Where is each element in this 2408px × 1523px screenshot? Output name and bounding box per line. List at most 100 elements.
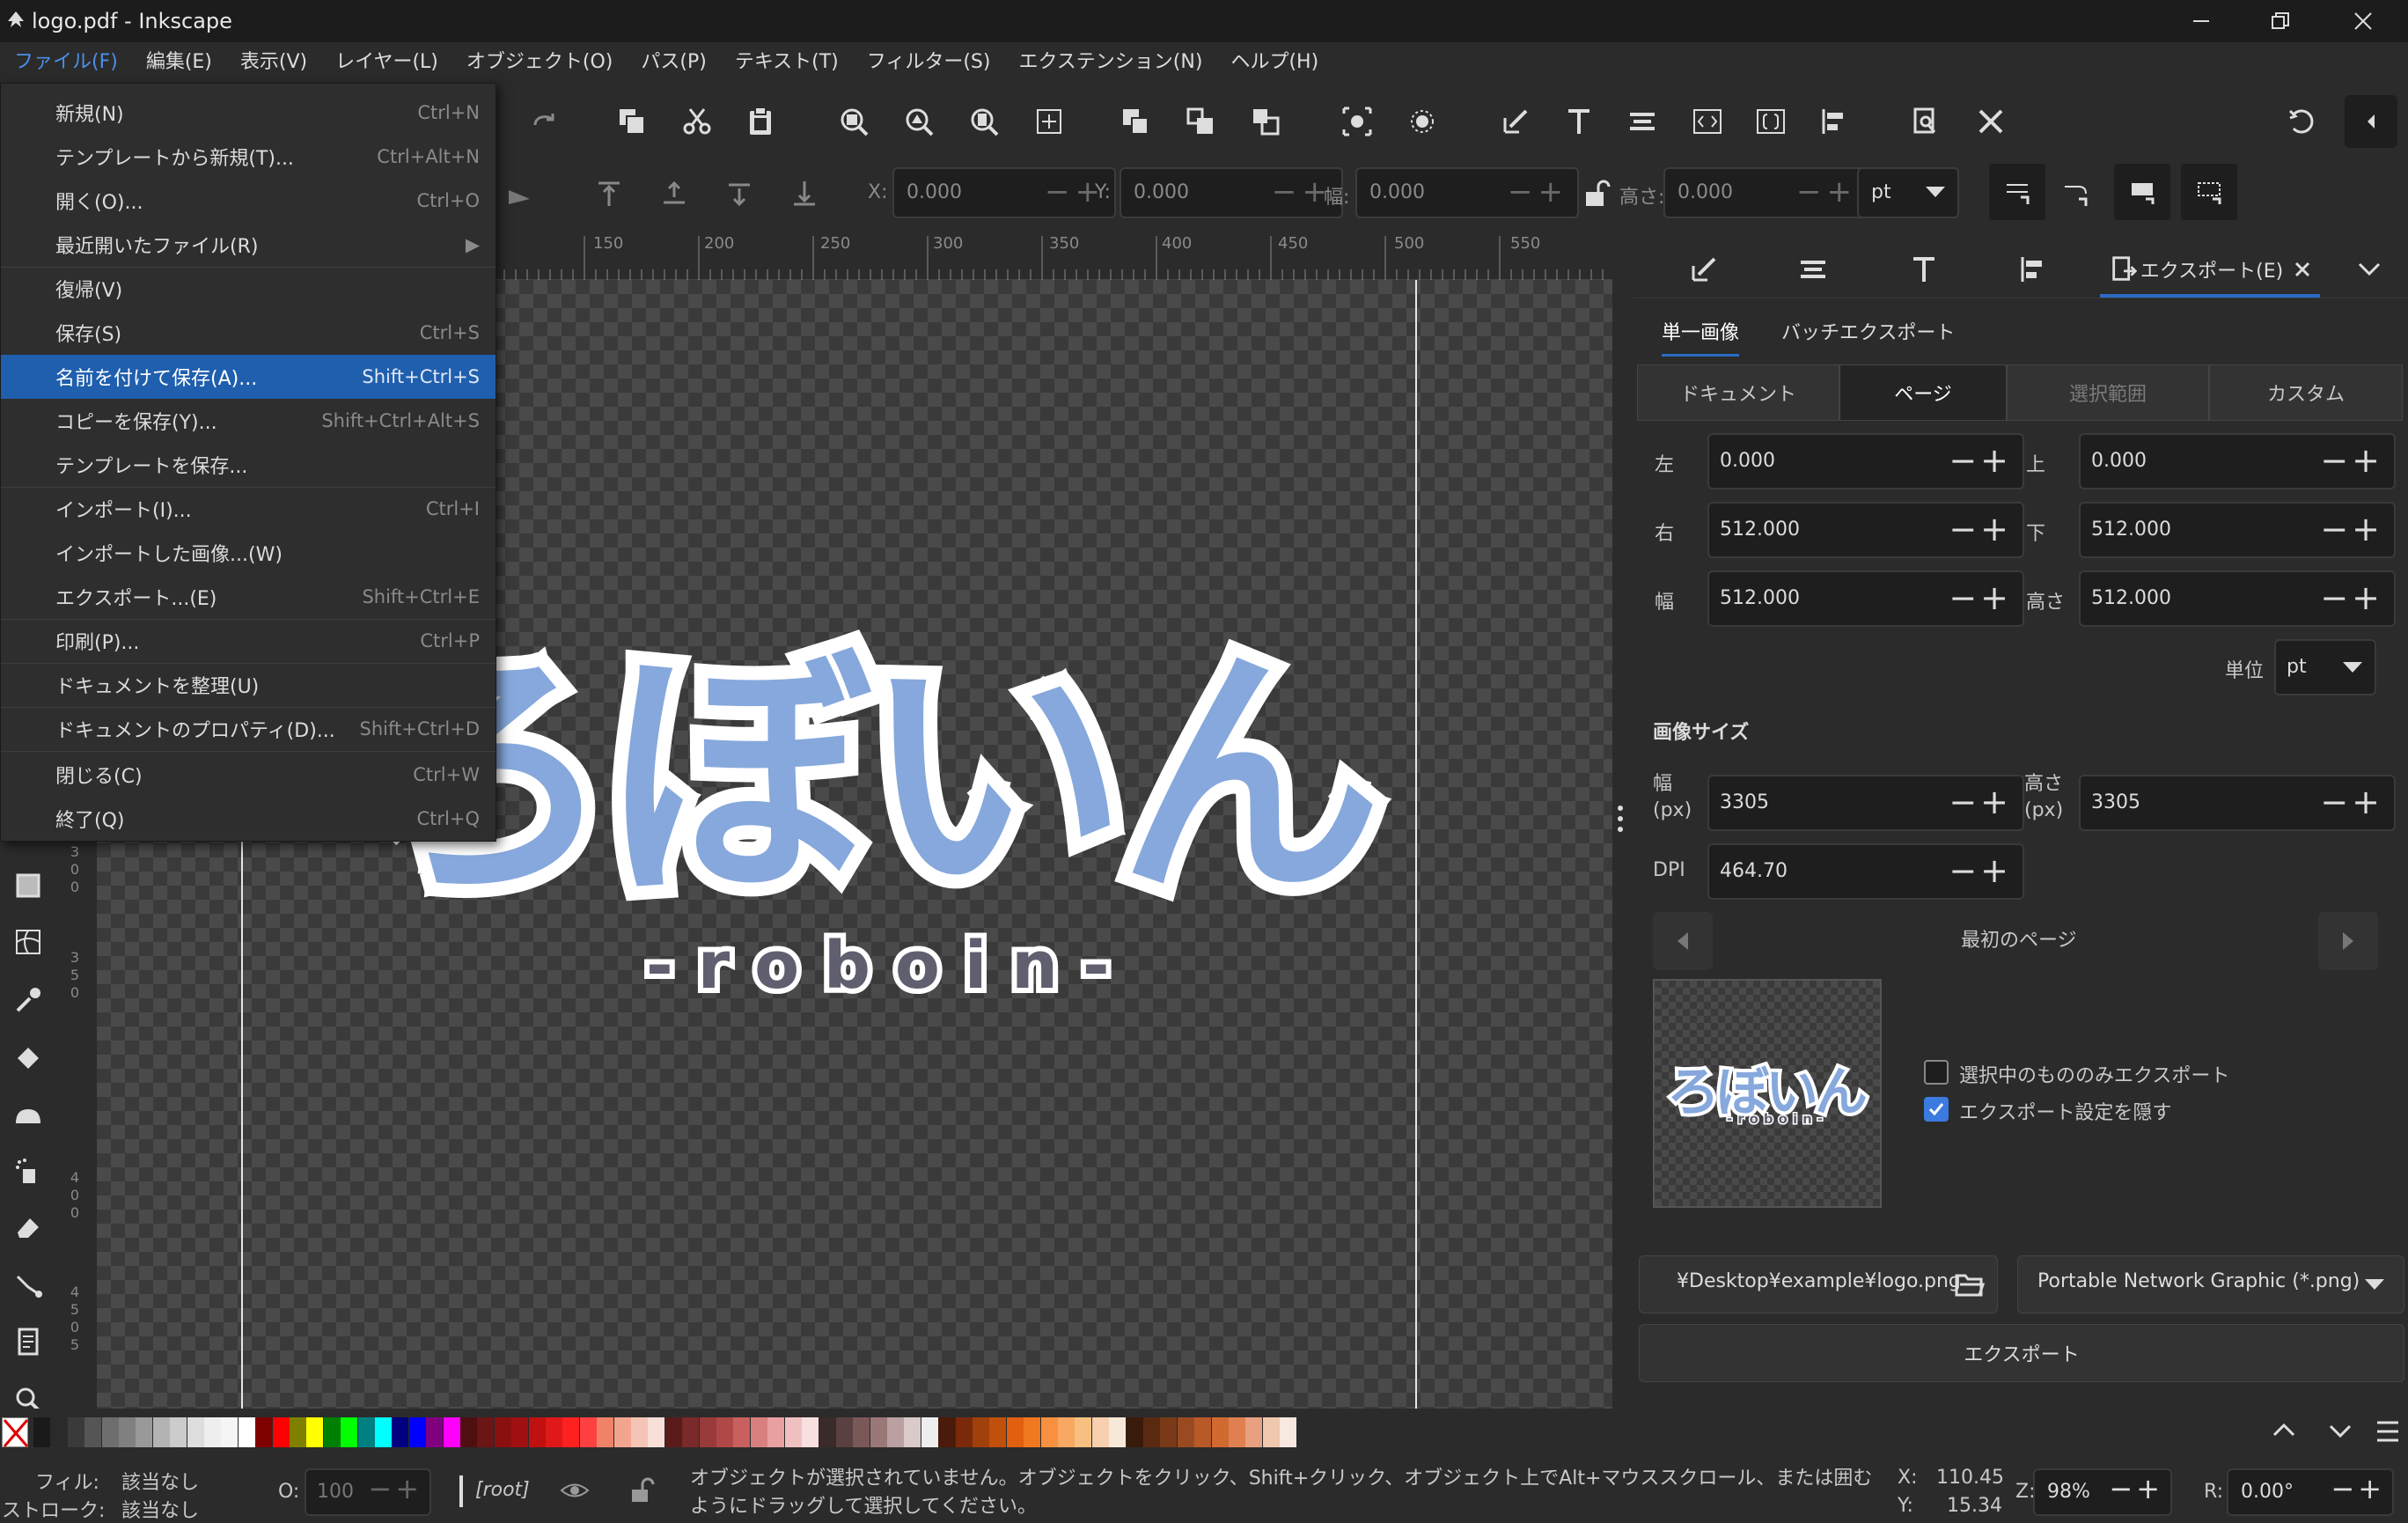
file-menu-item[interactable]: 新規(N) Ctrl+N bbox=[1, 91, 496, 135]
top-input[interactable]: 0.000 −+ bbox=[2079, 433, 2396, 489]
color-swatch[interactable] bbox=[1126, 1417, 1143, 1447]
color-swatch[interactable] bbox=[375, 1417, 392, 1447]
bottom-stepper[interactable]: −+ bbox=[2320, 504, 2383, 555]
connector-tool[interactable] bbox=[9, 1266, 48, 1305]
width-input[interactable]: 512.000 −+ bbox=[1707, 570, 2024, 627]
zoom-input[interactable]: 98% −+ bbox=[2033, 1468, 2172, 1516]
no-paint-swatch[interactable] bbox=[2, 1417, 29, 1447]
rotate-stepper[interactable]: −+ bbox=[2331, 1472, 2385, 1505]
color-swatch[interactable] bbox=[290, 1417, 306, 1447]
color-swatch[interactable] bbox=[989, 1417, 1007, 1447]
color-swatch[interactable] bbox=[477, 1417, 495, 1447]
file-menu-item[interactable]: 最近開いたファイル(R) ▶ bbox=[1, 223, 496, 267]
px-width-stepper[interactable]: −+ bbox=[1949, 776, 2012, 828]
paint-bucket-tool[interactable] bbox=[9, 1037, 48, 1076]
unit-select[interactable]: pt bbox=[2274, 639, 2376, 695]
color-swatch[interactable] bbox=[1143, 1417, 1160, 1447]
color-swatch[interactable] bbox=[955, 1417, 973, 1447]
cut-button[interactable] bbox=[678, 102, 716, 141]
scale-stroke-button[interactable] bbox=[1989, 164, 2045, 220]
height-stepper[interactable]: −+ bbox=[2320, 572, 2383, 623]
unit-select[interactable]: pt bbox=[1857, 167, 1959, 218]
color-swatch[interactable] bbox=[426, 1417, 444, 1447]
color-swatch[interactable] bbox=[272, 1417, 290, 1447]
document-properties-button[interactable] bbox=[1906, 102, 1945, 141]
color-swatch[interactable] bbox=[682, 1417, 700, 1447]
color-swatch[interactable] bbox=[1262, 1417, 1280, 1447]
left-input[interactable]: 0.000 −+ bbox=[1707, 433, 2024, 489]
color-swatch[interactable] bbox=[887, 1417, 904, 1447]
width-input[interactable]: 0.000 −+ bbox=[1355, 167, 1579, 218]
eraser-tool[interactable] bbox=[9, 1208, 48, 1247]
color-swatch[interactable] bbox=[84, 1417, 102, 1447]
color-swatch[interactable] bbox=[1177, 1417, 1194, 1447]
pages-tool[interactable] bbox=[9, 1322, 48, 1361]
layers-button[interactable] bbox=[1623, 102, 1662, 141]
color-swatch[interactable] bbox=[494, 1417, 511, 1447]
color-swatch[interactable] bbox=[1058, 1417, 1075, 1447]
menu-filters[interactable]: フィルター(S) bbox=[853, 42, 1005, 83]
color-swatch[interactable] bbox=[50, 1417, 68, 1447]
area-document-button[interactable]: ドキュメント bbox=[1637, 364, 1839, 421]
color-swatch[interactable] bbox=[460, 1417, 477, 1447]
right-stepper[interactable]: −+ bbox=[1949, 504, 2012, 555]
filename-field[interactable]: ¥Desktop¥example¥logo.png bbox=[1639, 1255, 1998, 1313]
file-menu-item[interactable]: 終了(Q) Ctrl+Q bbox=[1, 797, 496, 841]
ungroup-button[interactable] bbox=[1181, 102, 1220, 141]
raise-to-top-button[interactable] bbox=[590, 174, 628, 213]
opacity-input[interactable]: 100 −+ bbox=[305, 1468, 431, 1516]
color-swatch[interactable] bbox=[1194, 1417, 1212, 1447]
color-swatch[interactable] bbox=[306, 1417, 324, 1447]
color-swatch[interactable] bbox=[1245, 1417, 1263, 1447]
subtab-single-image[interactable]: 単一画像 bbox=[1662, 317, 1740, 357]
right-input[interactable]: 512.000 −+ bbox=[1707, 502, 2024, 558]
paste-button[interactable] bbox=[741, 102, 780, 141]
color-swatch[interactable] bbox=[562, 1417, 580, 1447]
x-input[interactable]: 0.000 −+ bbox=[892, 167, 1116, 218]
color-swatch[interactable] bbox=[33, 1417, 50, 1447]
file-menu-item[interactable]: テンプレートから新規(T)... Ctrl+Alt+N bbox=[1, 135, 496, 179]
menu-help[interactable]: ヘルプ(H) bbox=[1216, 42, 1332, 83]
color-swatch[interactable] bbox=[511, 1417, 529, 1447]
color-swatch[interactable] bbox=[357, 1417, 375, 1447]
color-swatch[interactable] bbox=[136, 1417, 153, 1447]
color-swatch[interactable] bbox=[187, 1417, 204, 1447]
y-input[interactable]: 0.000 −+ bbox=[1120, 167, 1343, 218]
menu-file[interactable]: ファイル(F) bbox=[0, 42, 132, 83]
menu-view[interactable]: 表示(V) bbox=[226, 42, 321, 83]
color-swatch[interactable] bbox=[204, 1417, 221, 1447]
dropper-tool[interactable] bbox=[9, 981, 48, 1019]
palette-scroll-down[interactable] bbox=[2327, 1417, 2353, 1447]
logo-artwork[interactable]: ろぼいん -roboin- bbox=[338, 618, 1435, 1010]
flip-button[interactable] bbox=[502, 174, 540, 213]
color-swatch[interactable] bbox=[921, 1417, 938, 1447]
restore-button[interactable] bbox=[2241, 0, 2320, 42]
zoom-center-button[interactable] bbox=[1030, 102, 1068, 141]
export-button[interactable]: エクスポート bbox=[1639, 1324, 2404, 1382]
snap-menu-button[interactable] bbox=[2345, 95, 2397, 148]
color-swatch[interactable] bbox=[1040, 1417, 1058, 1447]
color-swatch[interactable] bbox=[119, 1417, 136, 1447]
zoom-stepper[interactable]: −+ bbox=[2109, 1472, 2163, 1505]
color-swatch[interactable] bbox=[1160, 1417, 1178, 1447]
minimize-button[interactable] bbox=[2162, 0, 2241, 42]
layer-lock-toggle[interactable] bbox=[628, 1477, 655, 1509]
color-swatch[interactable] bbox=[238, 1417, 255, 1447]
color-swatch[interactable] bbox=[1075, 1417, 1092, 1447]
color-swatch[interactable] bbox=[1091, 1417, 1109, 1447]
clone-button[interactable] bbox=[1246, 102, 1285, 141]
color-swatch[interactable] bbox=[699, 1417, 716, 1447]
color-swatch[interactable] bbox=[408, 1417, 426, 1447]
color-swatch[interactable] bbox=[1211, 1417, 1229, 1447]
move-patterns-button[interactable] bbox=[2181, 164, 2237, 220]
palette-menu-button[interactable] bbox=[2375, 1417, 2401, 1451]
spray-tool[interactable] bbox=[9, 1151, 48, 1190]
color-swatch[interactable] bbox=[819, 1417, 836, 1447]
lock-ratio-button[interactable] bbox=[1577, 174, 1616, 213]
color-swatch[interactable] bbox=[255, 1417, 273, 1447]
color-swatch[interactable] bbox=[973, 1417, 989, 1447]
color-swatch[interactable] bbox=[101, 1417, 119, 1447]
file-menu-item[interactable]: エクスポート...(E) Shift+Ctrl+E bbox=[1, 575, 496, 619]
color-swatch[interactable] bbox=[546, 1417, 562, 1447]
color-swatch[interactable] bbox=[904, 1417, 921, 1447]
